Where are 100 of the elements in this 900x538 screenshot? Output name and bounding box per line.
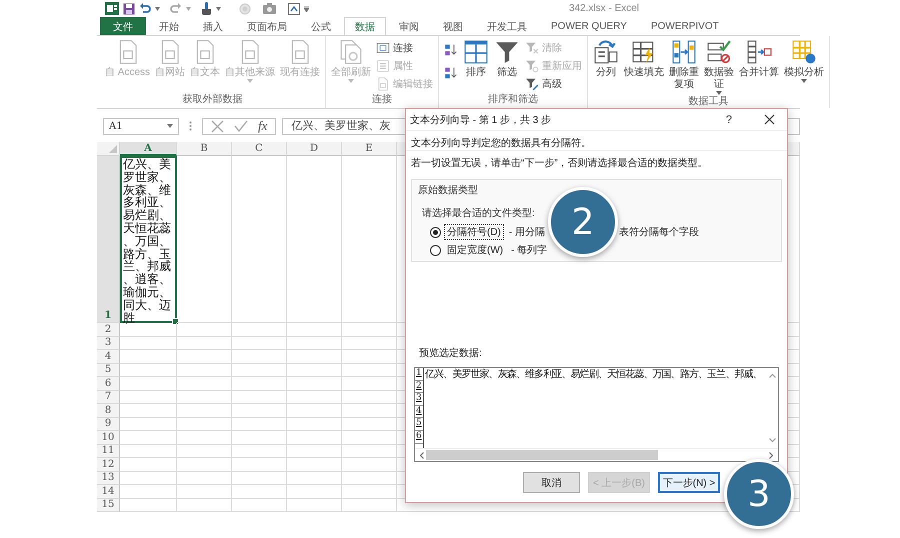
grid-cell[interactable] (287, 458, 342, 472)
grid-cell[interactable] (287, 418, 342, 431)
ribbon-tab[interactable]: 页面布局 (236, 17, 298, 35)
grid-cell[interactable] (342, 156, 397, 323)
ribbon-button[interactable]: 快速填充 (622, 38, 666, 96)
radio-button[interactable] (430, 244, 441, 256)
ribbon-tab[interactable]: POWER QUERY (540, 17, 638, 35)
ribbon-button[interactable]: 连接 (374, 39, 436, 56)
select-all-icon[interactable] (109, 145, 117, 153)
grid-cell[interactable] (120, 323, 177, 336)
ribbon-tab[interactable]: 开始 (148, 17, 190, 35)
grid-cell[interactable] (120, 431, 177, 444)
grid-cell[interactable] (232, 364, 287, 377)
ribbon-tab[interactable]: 视图 (432, 17, 474, 35)
grid-cell[interactable] (342, 323, 397, 336)
grid-cell[interactable] (232, 485, 287, 498)
scroll-left-icon[interactable] (419, 452, 424, 458)
ribbon-tab[interactable]: POWERPIVOT (640, 17, 730, 35)
column-header[interactable]: A (120, 142, 177, 156)
grid-cell[interactable] (232, 458, 287, 472)
grid-cell[interactable] (120, 458, 177, 472)
grid-cell[interactable] (342, 498, 397, 512)
cancel-icon[interactable] (211, 120, 224, 132)
grid-cell[interactable] (232, 418, 287, 431)
grid-cell[interactable] (177, 498, 232, 512)
row-header[interactable]: 9 (97, 418, 120, 431)
dialog-button[interactable]: 取消 (523, 472, 580, 493)
ribbon-tab[interactable]: 公式 (300, 17, 342, 35)
dialog-button[interactable]: 下一步(N) > (658, 472, 720, 493)
form-icon[interactable] (288, 2, 300, 14)
ribbon-button[interactable]: 高级 (523, 75, 584, 92)
grid-cell[interactable] (287, 404, 342, 418)
grid-cell[interactable] (120, 390, 177, 404)
row-header[interactable]: 4 (97, 350, 120, 364)
grid-cell[interactable] (287, 350, 342, 364)
close-icon[interactable] (764, 114, 775, 125)
grid-cell[interactable] (177, 472, 232, 485)
grid-cell[interactable] (232, 444, 287, 458)
ribbon-button[interactable]: 分列 (591, 38, 622, 96)
grid-cell[interactable] (287, 156, 342, 323)
grid-cell[interactable] (287, 377, 342, 390)
grid-cell[interactable] (120, 336, 177, 350)
circle-icon[interactable] (239, 2, 251, 14)
grid-cell[interactable] (232, 323, 287, 336)
grid-cell[interactable] (120, 418, 177, 431)
grid-cell[interactable] (232, 350, 287, 364)
grid-cell[interactable] (120, 485, 177, 498)
row-header[interactable]: 7 (97, 390, 120, 404)
grid-cell[interactable] (232, 336, 287, 350)
row-header[interactable]: 11 (97, 444, 120, 458)
grid-cell[interactable] (120, 444, 177, 458)
save-icon[interactable] (123, 2, 135, 14)
ribbon-button[interactable]: 模拟分析 (782, 38, 826, 96)
undo-icon[interactable] (139, 2, 151, 14)
grid-cell[interactable] (342, 485, 397, 498)
grid-cell[interactable] (287, 444, 342, 458)
grid-cell[interactable] (177, 336, 232, 350)
row-header[interactable]: 15 (97, 498, 120, 512)
grid-cell[interactable] (287, 431, 342, 444)
ribbon-button[interactable]: 合并计算 (737, 38, 782, 96)
grid-cell[interactable] (120, 404, 177, 418)
grid-cell[interactable] (287, 336, 342, 350)
column-header[interactable]: C (232, 142, 287, 156)
scroll-down-icon[interactable] (769, 438, 776, 443)
row-header[interactable]: 1 (97, 156, 120, 323)
grid-cell[interactable] (177, 390, 232, 404)
touch-icon[interactable] (201, 2, 212, 15)
grid-cell[interactable] (232, 390, 287, 404)
grid-cell[interactable] (232, 404, 287, 418)
grid-cell[interactable] (177, 364, 232, 377)
ribbon-tab[interactable]: 数据 (344, 17, 386, 35)
row-header[interactable]: 6 (97, 377, 120, 390)
ribbon-button[interactable]: 排序 (461, 38, 492, 94)
ribbon-button[interactable]: 删除重复项 (667, 38, 702, 96)
grid-cell[interactable] (120, 350, 177, 364)
ribbon-button[interactable]: 数据验证 (702, 38, 736, 96)
row-header[interactable]: 14 (97, 485, 120, 498)
radio-button[interactable] (430, 226, 441, 238)
redo-icon[interactable] (170, 2, 182, 14)
option-label[interactable]: 固定宽度(W) (444, 242, 506, 258)
ribbon-tab[interactable]: 插入 (192, 17, 234, 35)
grid-cell[interactable] (177, 350, 232, 364)
option-label[interactable]: 分隔符号(D) (444, 224, 504, 240)
camera-icon[interactable] (263, 3, 276, 14)
name-box[interactable]: A1 (103, 118, 179, 134)
row-header[interactable]: 3 (97, 336, 120, 350)
grid-cell[interactable] (120, 472, 177, 485)
grid-cell[interactable] (177, 323, 232, 336)
grid-cell[interactable] (342, 336, 397, 350)
grid-cell[interactable] (177, 404, 232, 418)
ribbon-tab[interactable]: 开发工具 (476, 17, 538, 35)
grid-cell[interactable] (287, 498, 342, 512)
insert-function-button[interactable]: fx (258, 118, 268, 134)
grid-cell[interactable] (287, 364, 342, 377)
grid-cell[interactable] (342, 418, 397, 431)
grid-cell[interactable] (287, 485, 342, 498)
scroll-right-icon[interactable] (769, 452, 774, 458)
grid-cell[interactable] (177, 431, 232, 444)
grid-cell[interactable] (177, 485, 232, 498)
caret-icon[interactable] (155, 6, 160, 10)
